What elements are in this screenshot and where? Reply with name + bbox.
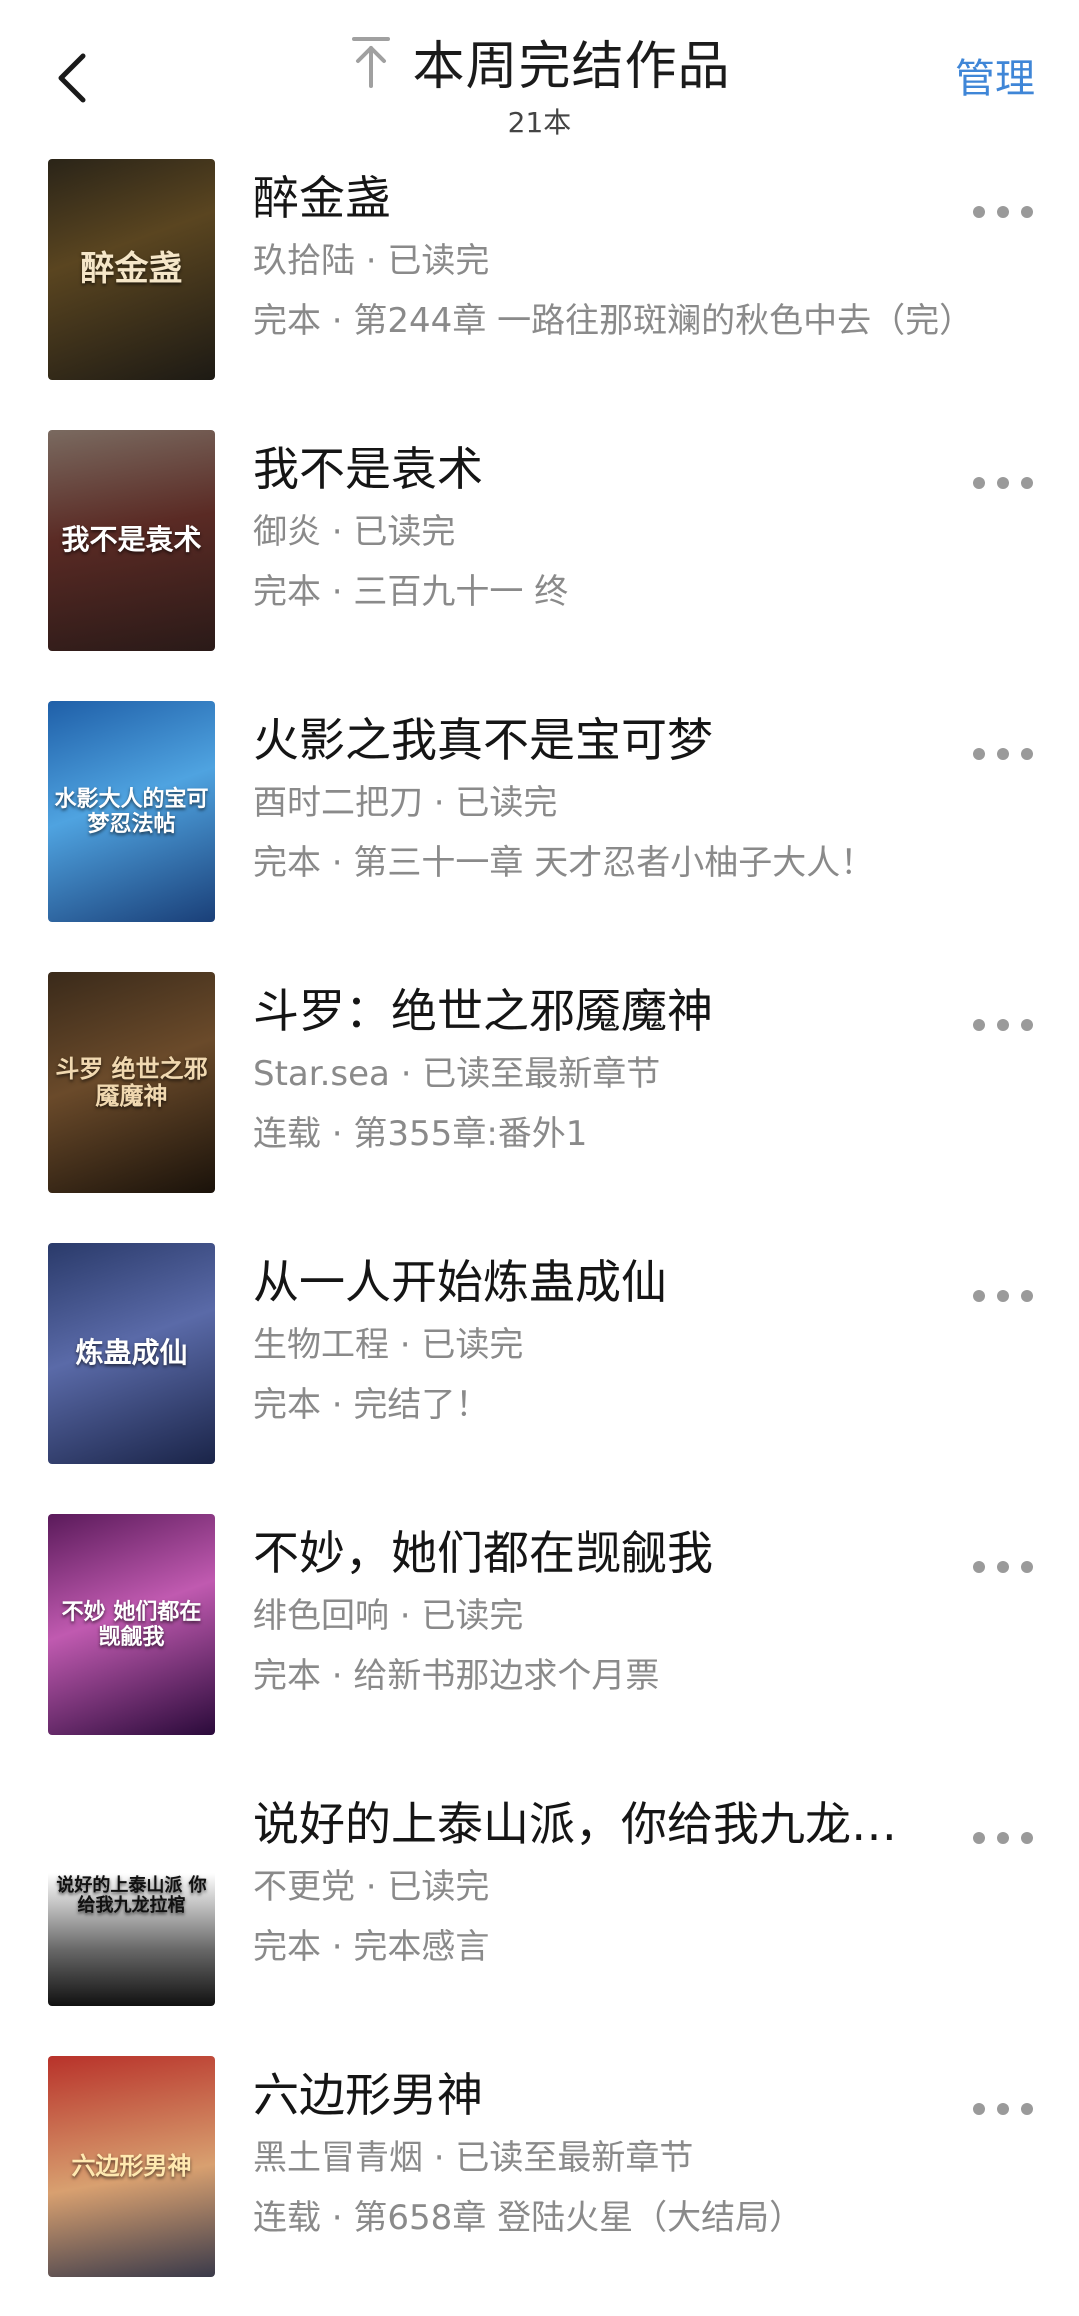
- book-info: 六边形男神黑土冒青烟 · 已读至最新章节连载 · 第658章 登陆火星（大结局）: [253, 2065, 939, 2241]
- book-cover-image[interactable]: 不妙 她们都在觊觎我: [48, 1514, 215, 1735]
- dot: [973, 2103, 985, 2115]
- book-cover-image[interactable]: 炼蛊成仙: [48, 1243, 215, 1464]
- cover-title-art: 说好的上泰山派 你给我九龙拉棺: [56, 1874, 207, 1916]
- more-dots-icon[interactable]: [973, 1013, 1033, 1037]
- book-list: 醉金盏 醉金盏 玖拾陆 · 已读完 完本 · 第244章 一路往那斑斓的秋色中去（完）…: [0, 148, 1079, 2316]
- book-cover-image[interactable]: 水影大人的宝可梦忍法帖: [48, 701, 215, 922]
- dot: [973, 1019, 985, 1031]
- more-dots-icon[interactable]: [973, 200, 1033, 224]
- book-item[interactable]: 斗罗 绝世之邪魇魔神 斗罗：绝世之邪魇魔神 Star.sea · 已读至最新章节 连载…: [0, 961, 1079, 1232]
- dot: [1021, 1019, 1033, 1031]
- more-dots-icon[interactable]: [973, 1284, 1033, 1308]
- book-info: 火影之我真不是宝可梦酉时二把刀 · 已读完完本 · 第三十一章 天才忍者小柚子大…: [253, 710, 939, 886]
- book-title[interactable]: 醉金盏: [253, 168, 939, 228]
- book-title[interactable]: 不妙，她们都在觊觎我: [253, 1523, 939, 1583]
- book-author-status: 生物工程 · 已读完: [253, 1325, 524, 1365]
- book-author-status: Star.sea · 已读至最新章节: [253, 1054, 661, 1094]
- book-latest-chapter: 完本 · 完结了！: [253, 1385, 490, 1425]
- dot: [997, 748, 1009, 760]
- dot: [997, 477, 1009, 489]
- dot: [1021, 1832, 1033, 1844]
- book-item[interactable]: 炼蛊成仙 从一人开始炼蛊成仙生物工程 · 已读完 完本 · 完结了！: [0, 1232, 1079, 1503]
- book-item[interactable]: 说好的上泰山派 你给我九龙拉棺 说好的上泰山派，你给我九龙拉棺不更党 · 已读完完…: [0, 1774, 1079, 2045]
- cover-title-art: 我不是袁术: [61, 523, 202, 557]
- dot: [973, 1290, 985, 1302]
- book-title[interactable]: 从一人开始炼蛊成仙: [253, 1252, 939, 1312]
- book-item[interactable]: 醉金盏 醉金盏 玖拾陆 · 已读完 完本 · 第244章 一路往那斑斓的秋色中去（完）: [0, 148, 1079, 419]
- book-title[interactable]: 六边形男神: [253, 2065, 939, 2125]
- more-dots-icon[interactable]: [973, 2097, 1033, 2121]
- dot: [973, 1832, 985, 1844]
- book-info: 醉金盏玖拾陆 · 已读完完本 · 第244章 一路往那斑斓的秋色中去（完）: [253, 168, 973, 344]
- dot: [1021, 206, 1033, 218]
- book-item[interactable]: 水影大人的宝可梦忍法帖 火影之我真不是宝可梦酉时二把刀 · 已读完完本 · 第三十…: [0, 690, 1079, 961]
- book-info: 说好的上泰山派，你给我九龙拉棺不更党 · 已读完 完本 · 完本感言: [253, 1794, 939, 1970]
- book-count: 21本: [507, 106, 572, 139]
- cover-title-art: 六边形男神: [71, 2151, 192, 2181]
- book-title[interactable]: 说好的上泰山派，你给我九龙拉棺: [253, 1794, 939, 1854]
- book-author-status: 黑土冒青烟 · 已读至最新章节: [253, 2138, 694, 2178]
- dot: [997, 1832, 1009, 1844]
- dot: [973, 1561, 985, 1573]
- book-latest-chapter: 连载 · 第658章 登陆火星（大结局）: [253, 2198, 804, 2238]
- book-title[interactable]: 我不是袁术: [253, 439, 939, 499]
- page-title: 本周完结作品: [412, 37, 731, 97]
- book-cover-image[interactable]: 斗罗 绝世之邪魇魔神: [48, 972, 215, 1193]
- book-author-status: 酉时二把刀 · 已读完: [253, 783, 558, 823]
- book-latest-chapter: 完本 · 第三十一章 天才忍者小柚子大人！: [253, 843, 875, 883]
- dot: [1021, 1561, 1033, 1573]
- book-item[interactable]: 我不是袁术 我不是袁术 御炎 · 已读完 完本 · 三百九十一 终: [0, 419, 1079, 690]
- more-dots-icon[interactable]: [973, 742, 1033, 766]
- book-item[interactable]: 不妙 她们都在觊觎我 不妙，她们都在觊觎我绯色回响 · 已读完完本 · 给新书那边…: [0, 1503, 1079, 1774]
- book-author-status: 不更党 · 已读完: [253, 1867, 490, 1907]
- dot: [973, 477, 985, 489]
- book-latest-chapter: 完本 · 完本感言: [253, 1927, 490, 1967]
- book-cover-image[interactable]: 六边形男神: [48, 2056, 215, 2277]
- book-latest-chapter: 完本 · 三百九十一 终: [253, 572, 569, 612]
- book-title[interactable]: 火影之我真不是宝可梦: [253, 710, 939, 770]
- book-info: 我不是袁术御炎 · 已读完完本 · 三百九十一 终: [253, 439, 939, 615]
- dot: [997, 2103, 1009, 2115]
- book-latest-chapter: 连载 · 第355章:番外1: [253, 1114, 588, 1154]
- book-cover-image[interactable]: 醉金盏: [48, 159, 215, 380]
- book-item[interactable]: 六边形男神 六边形男神 黑土冒青烟 · 已读至最新章节 连载 · 第658章 登陆火星…: [0, 2045, 1079, 2316]
- dot: [997, 206, 1009, 218]
- book-info: 不妙，她们都在觊觎我绯色回响 · 已读完完本 · 给新书那边求个月票: [253, 1523, 939, 1699]
- dot: [1021, 2103, 1033, 2115]
- cover-title-art: 炼蛊成仙: [75, 1336, 188, 1370]
- dot: [1021, 748, 1033, 760]
- arrow-up-to-top-icon[interactable]: [348, 34, 394, 90]
- cover-title-art: 水影大人的宝可梦忍法帖: [54, 786, 209, 837]
- dot: [997, 1561, 1009, 1573]
- book-info: 斗罗：绝世之邪魇魔神 Star.sea · 已读至最新章节 连载 · 第355章:番…: [253, 981, 939, 1157]
- book-info: 从一人开始炼蛊成仙生物工程 · 已读完 完本 · 完结了！: [253, 1252, 939, 1428]
- dot: [973, 748, 985, 760]
- dot: [997, 1019, 1009, 1031]
- more-dots-icon[interactable]: [973, 1555, 1033, 1579]
- book-author-status: 御炎 · 已读完: [253, 512, 456, 552]
- manage-button[interactable]: 管理: [955, 46, 1035, 104]
- cover-title-art: 斗罗 绝世之邪魇魔神: [55, 1054, 208, 1110]
- dot: [1021, 477, 1033, 489]
- book-title[interactable]: 斗罗：绝世之邪魇魔神: [253, 981, 939, 1041]
- book-author-status: 绯色回响 · 已读完: [253, 1596, 524, 1636]
- cover-title-art: 醉金盏: [80, 248, 183, 289]
- more-dots-icon[interactable]: [973, 471, 1033, 495]
- book-cover-image[interactable]: 说好的上泰山派 你给我九龙拉棺: [48, 1785, 215, 2006]
- dot: [997, 1290, 1009, 1302]
- more-dots-icon[interactable]: [973, 1826, 1033, 1850]
- book-author-status: 玖拾陆 · 已读完: [253, 241, 490, 281]
- title-block: 本周完结作品 21本: [0, 24, 1079, 141]
- book-latest-chapter: 完本 · 第244章 一路往那斑斓的秋色中去（完）: [253, 301, 974, 341]
- book-latest-chapter: 完本 · 给新书那边求个月票: [253, 1656, 660, 1696]
- book-cover-image[interactable]: 我不是袁术: [48, 430, 215, 651]
- dot: [973, 206, 985, 218]
- dot: [1021, 1290, 1033, 1302]
- cover-title-art: 不妙 她们都在觊觎我: [61, 1599, 202, 1650]
- top-bar: 本周完结作品 21本 管理: [0, 0, 1079, 148]
